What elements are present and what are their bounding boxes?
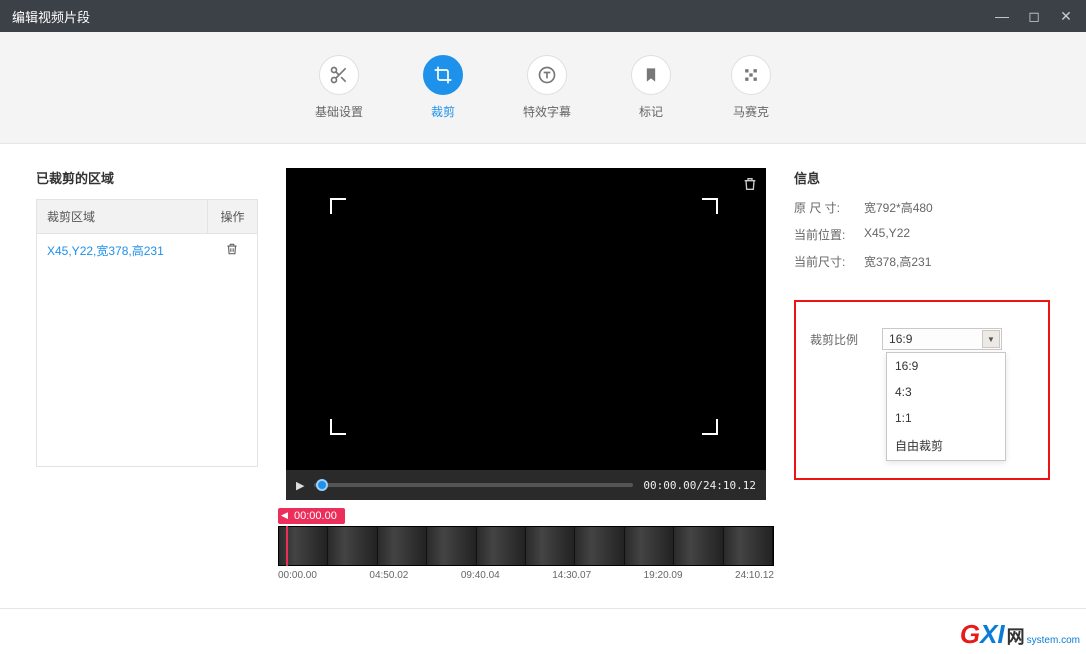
thumbnail (378, 527, 427, 565)
playhead-line (286, 526, 288, 566)
info-label: 当前位置: (794, 226, 864, 243)
tab-label: 基础设置 (315, 103, 363, 120)
thumbnail (477, 527, 526, 565)
tick-label: 24:10.12 (735, 570, 774, 581)
info-label: 当前尺寸: (794, 253, 864, 270)
crop-regions-title: 已裁剪的区域 (36, 168, 258, 187)
watermark-xi: XI (980, 619, 1005, 650)
column-region: 裁剪区域 (37, 200, 207, 233)
thumbnail (575, 527, 624, 565)
table-header: 裁剪区域 操作 (37, 200, 257, 234)
thumbnail (427, 527, 476, 565)
progress-bar[interactable] (314, 483, 633, 487)
tick-label: 00:00.00 (278, 570, 317, 581)
ratio-box: 裁剪比例 16:9 ▼ 16:9 4:3 1:1 自由裁剪 (794, 300, 1050, 480)
timeline: 00:00.00 00:00.00 04:50.02 09:40.04 14:3… (278, 508, 774, 581)
ratio-option-1-1[interactable]: 1:1 (887, 405, 1005, 431)
info-row-position: 当前位置: X45,Y22 (794, 226, 1050, 243)
info-row-original-size: 原 尺 寸: 宽792*高480 (794, 199, 1050, 216)
ratio-option-4-3[interactable]: 4:3 (887, 379, 1005, 405)
crop-handle-tl[interactable] (330, 198, 346, 214)
tick-label: 19:20.09 (644, 570, 683, 581)
center-panel: ▶ 00:00.00/24:10.12 00:00.00 (286, 168, 766, 581)
tick-label: 09:40.04 (461, 570, 500, 581)
ratio-select[interactable]: 16:9 ▼ (882, 328, 1002, 350)
watermark: G XI 网 system.com (956, 617, 1084, 652)
play-button[interactable]: ▶ (296, 479, 304, 492)
player-controls: ▶ 00:00.00/24:10.12 (286, 470, 766, 500)
thumbnail (328, 527, 377, 565)
tab-bar: 基础设置 裁剪 特效字幕 标记 马赛克 (0, 32, 1086, 144)
playhead-flag[interactable]: 00:00.00 (278, 508, 345, 524)
region-link[interactable]: X45,Y22,宽378,高231 (47, 242, 217, 259)
crop-handle-br[interactable] (702, 419, 718, 435)
text-icon (527, 55, 567, 95)
watermark-cn: 网 (1007, 623, 1025, 649)
info-title: 信息 (794, 168, 1050, 187)
table-body: X45,Y22,宽378,高231 (37, 234, 257, 466)
info-row-size: 当前尺寸: 宽378,高231 (794, 253, 1050, 270)
crop-handle-bl[interactable] (330, 419, 346, 435)
time-display: 00:00.00/24:10.12 (643, 479, 756, 492)
tab-mark[interactable]: 标记 (631, 55, 671, 120)
tab-effects-subtitle[interactable]: 特效字幕 (523, 55, 571, 120)
info-value: 宽378,高231 (864, 253, 931, 270)
crop-handle-tr[interactable] (702, 198, 718, 214)
window-controls: — ◻ ✕ (994, 8, 1074, 25)
scissors-icon (319, 55, 359, 95)
tab-basic-settings[interactable]: 基础设置 (315, 55, 363, 120)
trash-icon (742, 176, 758, 192)
crop-regions-table: 裁剪区域 操作 X45,Y22,宽378,高231 (36, 199, 258, 467)
tab-label: 特效字幕 (523, 103, 571, 120)
bookmark-icon (631, 55, 671, 95)
tick-label: 04:50.02 (369, 570, 408, 581)
mosaic-icon (731, 55, 771, 95)
footer: 完 (0, 608, 1086, 654)
thumbnail (625, 527, 674, 565)
maximize-button[interactable]: ◻ (1026, 8, 1042, 25)
ratio-label: 裁剪比例 (810, 331, 858, 348)
ratio-option-16-9[interactable]: 16:9 (887, 353, 1005, 379)
tab-label: 标记 (639, 103, 663, 120)
thumbnail (526, 527, 575, 565)
tab-mosaic[interactable]: 马赛克 (731, 55, 771, 120)
window-title: 编辑视频片段 (12, 7, 994, 26)
tab-label: 马赛克 (733, 103, 769, 120)
tab-label: 裁剪 (431, 103, 455, 120)
main-content: 已裁剪的区域 裁剪区域 操作 X45,Y22,宽378,高231 (0, 144, 1086, 581)
ratio-row: 裁剪比例 16:9 ▼ 16:9 4:3 1:1 自由裁剪 (810, 328, 1034, 350)
playhead-marker[interactable]: 00:00.00 (278, 508, 774, 526)
watermark-g: G (960, 619, 980, 650)
ratio-option-free[interactable]: 自由裁剪 (887, 431, 1005, 460)
close-button[interactable]: ✕ (1058, 8, 1074, 25)
ratio-dropdown: 16:9 4:3 1:1 自由裁剪 (886, 352, 1006, 461)
thumbnail (674, 527, 723, 565)
watermark-sys: system.com (1027, 635, 1080, 646)
crop-icon (423, 55, 463, 95)
crop-frame[interactable] (330, 198, 718, 435)
table-row: X45,Y22,宽378,高231 (37, 234, 257, 267)
info-value: 宽792*高480 (864, 199, 933, 216)
progress-thumb[interactable] (316, 479, 328, 491)
info-block: 信息 原 尺 寸: 宽792*高480 当前位置: X45,Y22 当前尺寸: … (794, 168, 1050, 270)
tick-label: 14:30.07 (552, 570, 591, 581)
column-action: 操作 (207, 200, 257, 233)
ratio-selected: 16:9 (889, 332, 982, 346)
left-panel: 已裁剪的区域 裁剪区域 操作 X45,Y22,宽378,高231 (36, 168, 258, 581)
thumbnail (724, 527, 773, 565)
info-value: X45,Y22 (864, 226, 910, 243)
chevron-down-icon: ▼ (982, 330, 1000, 348)
minimize-button[interactable]: — (994, 8, 1010, 25)
trash-icon (225, 242, 239, 256)
titlebar: 编辑视频片段 — ◻ ✕ (0, 0, 1086, 32)
thumbnail-strip[interactable] (278, 526, 774, 566)
delete-crop-button[interactable] (742, 176, 758, 195)
video-preview[interactable] (286, 168, 766, 470)
info-label: 原 尺 寸: (794, 199, 864, 216)
right-panel: 信息 原 尺 寸: 宽792*高480 当前位置: X45,Y22 当前尺寸: … (794, 168, 1050, 581)
tab-crop[interactable]: 裁剪 (423, 55, 463, 120)
timeline-ticks: 00:00.00 04:50.02 09:40.04 14:30.07 19:2… (278, 570, 774, 581)
delete-region-button[interactable] (217, 242, 247, 259)
